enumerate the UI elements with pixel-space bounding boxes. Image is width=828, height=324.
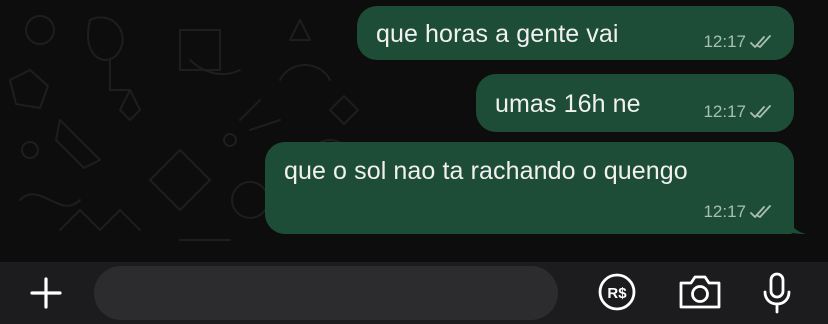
outgoing-message-bubble[interactable]: que horas a gente vai 12:17: [357, 6, 794, 60]
message-text: que horas a gente vai: [376, 20, 619, 48]
payment-label: R$: [607, 285, 627, 302]
message-text: umas 16h ne: [495, 90, 641, 118]
bubble-tail: [786, 212, 806, 234]
message-input[interactable]: [94, 266, 558, 320]
message-meta: 12:17: [703, 202, 774, 222]
message-text: que o sol nao ta rachando o quengo: [284, 157, 688, 185]
chat-area[interactable]: que horas a gente vai 12:17 umas 16h ne …: [0, 0, 828, 262]
message-meta: 12:17: [703, 32, 774, 52]
microphone-icon[interactable]: [757, 272, 797, 314]
plus-icon[interactable]: [24, 275, 68, 311]
read-receipt-ticks-icon: [750, 35, 774, 49]
message-input-bar: R$: [0, 262, 828, 324]
outgoing-message-bubble[interactable]: que o sol nao ta rachando o quengo 12:17: [265, 142, 794, 234]
camera-icon[interactable]: [676, 272, 724, 312]
payment-icon[interactable]: R$: [597, 272, 637, 312]
read-receipt-ticks-icon: [750, 205, 774, 219]
message-time: 12:17: [703, 32, 746, 51]
message-meta: 12:17: [703, 102, 774, 122]
message-time: 12:17: [703, 202, 746, 221]
outgoing-message-bubble[interactable]: umas 16h ne 12:17: [476, 74, 794, 132]
message-time: 12:17: [703, 102, 746, 121]
read-receipt-ticks-icon: [750, 105, 774, 119]
